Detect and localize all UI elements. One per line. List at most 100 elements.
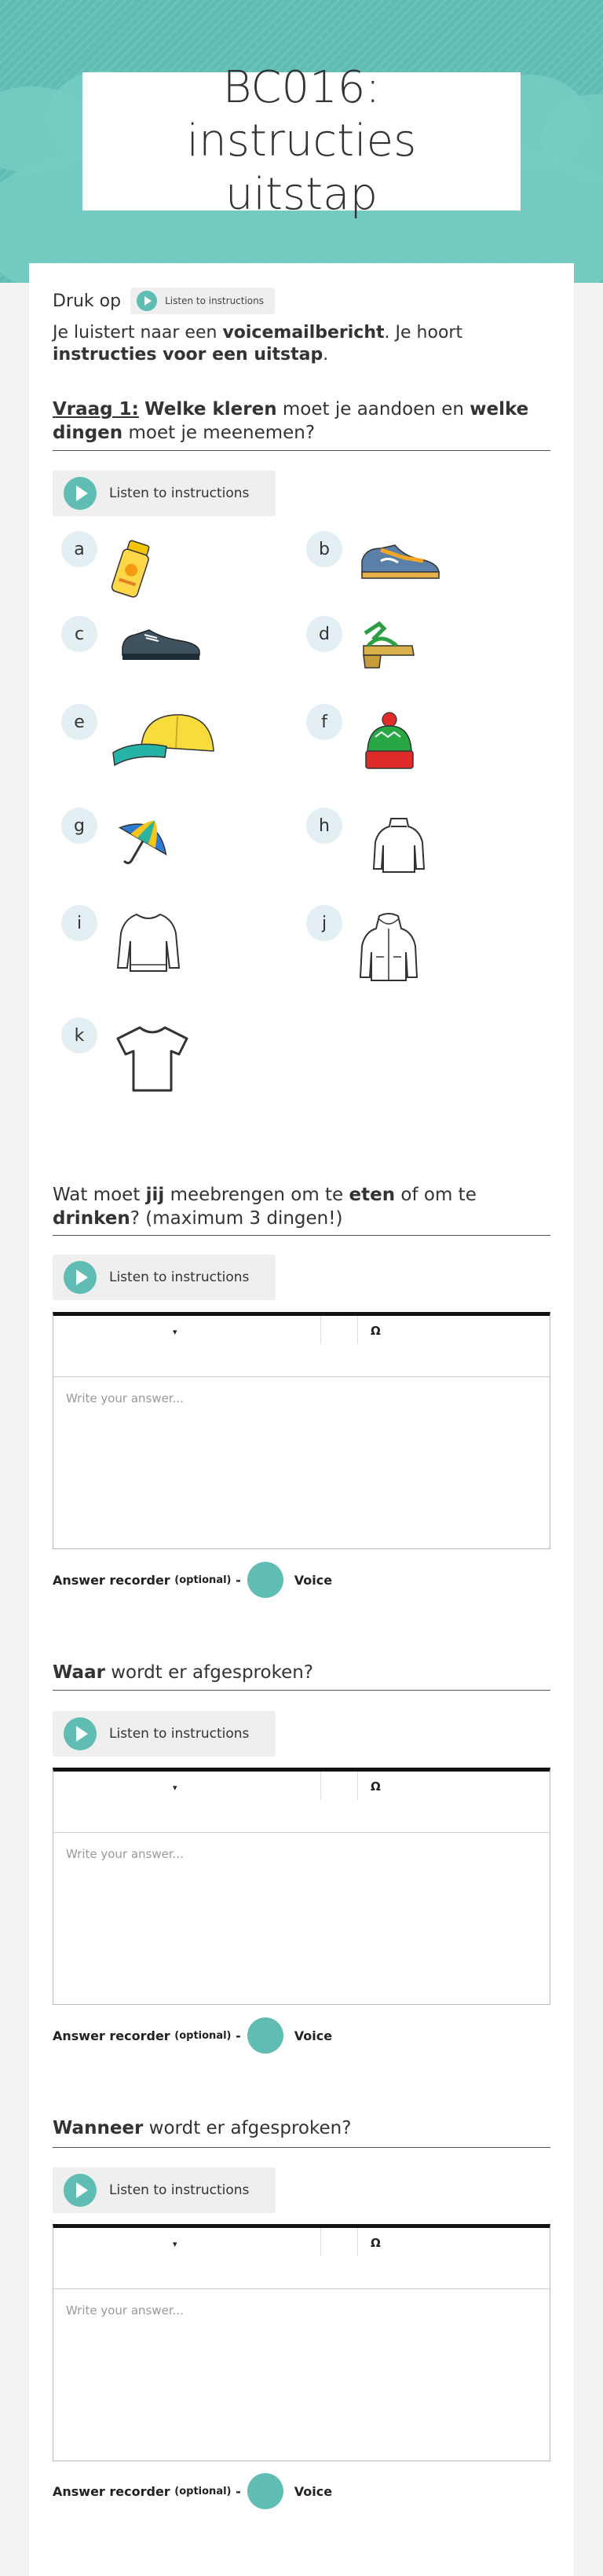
intro-listen-button[interactable]: Listen to instructions — [130, 288, 276, 314]
voice-record-button[interactable] — [247, 2473, 283, 2509]
option-a-letter[interactable]: a — [61, 531, 97, 567]
intro-listen-label: Listen to instructions — [165, 295, 265, 306]
play-icon — [64, 2174, 97, 2207]
q3-text-bold: Waar — [53, 1662, 105, 1683]
sandal-icon — [363, 621, 415, 669]
q2-text: Wat moet — [53, 1185, 146, 1205]
intro-line: Druk op Listen to instructions — [53, 288, 276, 314]
voice-label: Voice — [294, 2028, 333, 2043]
play-icon — [137, 291, 158, 311]
q2-listen-button[interactable]: Listen to instructions — [53, 1255, 276, 1300]
voice-record-button[interactable] — [247, 1562, 283, 1598]
recorder-optional: (optional) — [174, 2485, 232, 2497]
sunscreen-icon — [111, 540, 150, 598]
q4-answer-recorder: Answer recorder (optional) - Voice — [53, 2473, 332, 2509]
q2-text: of om te — [395, 1185, 477, 1205]
question-3-heading: Waar wordt er afgesproken? — [53, 1661, 547, 1684]
q3-text: wordt er afgesproken? — [104, 1662, 314, 1683]
q2-answer-recorder: Answer recorder (optional) - Voice — [53, 1562, 332, 1598]
divider — [53, 2147, 550, 2148]
tshirt-icon — [116, 1026, 188, 1092]
option-e-letter[interactable]: e — [61, 704, 97, 740]
intro-text-part: . Je hoort — [384, 323, 463, 343]
recorder-label: Answer recorder — [53, 1572, 170, 1588]
q3-listen-label: Listen to instructions — [109, 1726, 250, 1742]
druk-op-label: Druk op — [53, 291, 122, 311]
sweater-icon — [116, 913, 181, 972]
q2-text-bold: jij — [145, 1185, 165, 1205]
option-f-letter[interactable]: f — [306, 704, 342, 740]
intro-text-part: Je luistert naar een — [53, 323, 223, 343]
option-k-letter[interactable]: k — [61, 1017, 97, 1053]
q1-listen-button[interactable]: Listen to instructions — [53, 471, 276, 516]
q1-text: moet je aandoen en — [276, 399, 470, 420]
voice-label: Voice — [294, 1572, 333, 1588]
editor-toolbar: ▾ Ω — [53, 1772, 550, 1833]
option-h-letter[interactable]: h — [306, 808, 342, 844]
q4-listen-button[interactable]: Listen to instructions — [53, 2167, 276, 2213]
recorder-optional: (optional) — [174, 2029, 232, 2042]
recorder-label: Answer recorder — [53, 2028, 170, 2043]
cap-icon — [112, 714, 214, 767]
q3-answer-editor[interactable]: ▾ Ω Write your answer... — [53, 1768, 550, 2005]
shoe-icon — [122, 629, 200, 660]
special-character-icon[interactable]: Ω — [371, 1779, 381, 1794]
q4-text: wordt er afgesproken? — [143, 2118, 352, 2138]
q2-answer-editor[interactable]: ▾ Ω Write your answer... — [53, 1312, 550, 1549]
answer-placeholder[interactable]: Write your answer... — [66, 1391, 184, 1405]
play-icon — [64, 477, 97, 510]
q1-number: Vraag 1: — [53, 399, 139, 420]
voice-label: Voice — [294, 2483, 333, 2499]
q4-text-bold: Wanneer — [53, 2118, 144, 2138]
recorder-label: Answer recorder — [53, 2483, 170, 2499]
option-b-letter[interactable]: b — [306, 531, 342, 567]
answer-placeholder[interactable]: Write your answer... — [66, 1847, 184, 1861]
editor-toolbar: ▾ Ω — [53, 1316, 550, 1377]
play-icon — [64, 1261, 97, 1294]
title-card: BC016: instructies uitstap — [82, 62, 521, 220]
option-d-letter[interactable]: d — [306, 616, 342, 652]
divider — [53, 450, 550, 451]
format-dropdown-icon[interactable]: ▾ — [173, 1327, 177, 1337]
play-icon — [64, 1717, 97, 1750]
q2-listen-label: Listen to instructions — [109, 1270, 250, 1285]
beanie-icon — [365, 712, 414, 769]
editor-toolbar: ▾ Ω — [53, 2228, 550, 2289]
page-title: BC016: instructies uitstap — [186, 62, 417, 220]
intro-text-part: . — [323, 345, 329, 365]
special-character-icon[interactable]: Ω — [371, 1324, 381, 1338]
q2-text: ? (maximum 3 dingen!) — [130, 1208, 343, 1229]
format-dropdown-icon[interactable]: ▾ — [173, 1783, 177, 1793]
q4-listen-label: Listen to instructions — [109, 2182, 250, 2198]
voice-record-button[interactable] — [247, 2017, 283, 2054]
q1-text: moet je meenemen? — [122, 423, 316, 443]
format-dropdown-icon[interactable]: ▾ — [173, 2239, 177, 2249]
option-j-letter[interactable]: j — [306, 905, 342, 941]
turtleneck-icon — [372, 818, 426, 873]
jacket-icon — [359, 913, 418, 981]
q2-text-bold: eten — [349, 1185, 396, 1205]
recorder-optional: (optional) — [174, 1574, 232, 1586]
q2-text-bold: drinken — [53, 1208, 130, 1229]
question-2-heading: Wat moet jij meebrengen om te eten of om… — [53, 1183, 547, 1230]
intro-text: Je luistert naar een voicemailbericht. J… — [53, 322, 539, 366]
question-1-heading: Vraag 1: Welke kleren moet je aandoen en… — [53, 398, 547, 445]
option-c-letter[interactable]: c — [61, 616, 97, 652]
question-4-heading: Wanneer wordt er afgesproken? — [53, 2116, 547, 2140]
umbrella-icon — [118, 820, 167, 865]
intro-text-bold: instructies voor een uitstap — [53, 345, 323, 365]
q1-listen-label: Listen to instructions — [109, 486, 250, 501]
special-character-icon[interactable]: Ω — [371, 2236, 381, 2250]
q4-answer-editor[interactable]: ▾ Ω Write your answer... — [53, 2224, 550, 2461]
q2-text: meebrengen om te — [164, 1185, 349, 1205]
answer-placeholder[interactable]: Write your answer... — [66, 2303, 184, 2318]
q1-text-bold: Welke kleren — [144, 399, 277, 420]
q3-answer-recorder: Answer recorder (optional) - Voice — [53, 2017, 332, 2054]
intro-text-bold: voicemailbericht — [222, 323, 385, 343]
divider — [53, 1690, 550, 1691]
option-g-letter[interactable]: g — [61, 808, 97, 844]
q3-listen-button[interactable]: Listen to instructions — [53, 1711, 276, 1757]
sneaker-icon — [361, 544, 440, 579]
option-i-letter[interactable]: i — [61, 905, 97, 941]
divider — [53, 1235, 550, 1236]
